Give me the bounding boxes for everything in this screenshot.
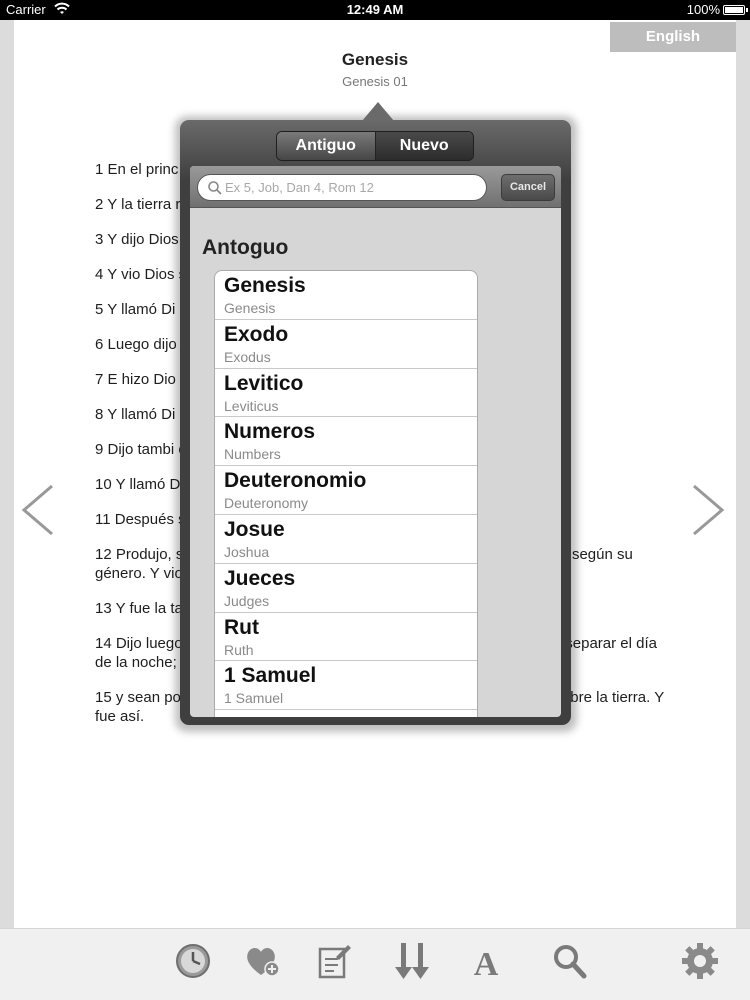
favorite-add-icon[interactable] — [243, 939, 283, 983]
book-english-name: Deuteronomy — [224, 495, 309, 512]
page-edge-right — [736, 20, 750, 928]
book-picker-content: Ex 5, Job, Dan 4, Rom 12 Cancel Antoguo … — [190, 166, 561, 717]
bottom-toolbar: A — [0, 928, 750, 1000]
list-item[interactable]: 1 Samuel 1 Samuel — [215, 661, 477, 711]
scroll-down-icon[interactable] — [392, 939, 432, 983]
book-english-name: Judges — [224, 592, 270, 609]
next-chapter-arrow-icon[interactable] — [688, 480, 728, 540]
popover-arrow — [362, 102, 394, 121]
search-input[interactable]: Ex 5, Job, Dan 4, Rom 12 — [197, 174, 487, 201]
font-size-icon[interactable]: A — [466, 939, 506, 983]
list-item[interactable]: Levitico Leviticus — [215, 369, 477, 418]
book-english-name: Ruth — [224, 641, 254, 658]
list-item[interactable]: Deuteronomio Deuteronomy — [215, 466, 477, 515]
book-name: Numeros — [224, 420, 316, 444]
page-edge-left — [0, 20, 14, 928]
battery-icon — [723, 5, 748, 15]
book-english-name: Numbers — [224, 446, 281, 463]
history-clock-icon[interactable] — [173, 939, 213, 983]
language-button[interactable]: English — [610, 22, 736, 52]
clock-time: 12:49 AM — [346, 2, 404, 17]
book-name: Josue — [224, 517, 285, 541]
list-item[interactable]: Genesis Genesis — [215, 271, 477, 320]
book-name: Levitico — [224, 371, 304, 395]
book-english-name: Joshua — [224, 543, 270, 560]
search-placeholder: Ex 5, Job, Dan 4, Rom 12 — [225, 180, 374, 195]
list-item[interactable]: Rut Ruth — [215, 613, 477, 662]
section-header: Antoguo — [202, 236, 289, 259]
list-item[interactable]: Exodo Exodus — [215, 320, 477, 369]
previous-chapter-arrow-icon[interactable] — [18, 480, 58, 540]
book-name: Rut — [224, 615, 259, 639]
svg-text:A: A — [474, 946, 499, 983]
book-picker-popover: Antiguo Nuevo Ex 5, Job, Dan 4, Rom 12 C… — [180, 120, 571, 725]
list-item[interactable]: Numeros Numbers — [215, 417, 477, 467]
book-english-name: Leviticus — [224, 397, 279, 414]
book-name: Genesis — [224, 274, 306, 297]
status-bar: Carrier 12:49 AM 100% — [0, 0, 750, 20]
book-english-name: 1 Samuel — [224, 690, 284, 707]
book-name: Deuteronomio — [224, 469, 367, 493]
book-name: Jueces — [224, 566, 296, 590]
book-list: Genesis Genesis Exodo Exodus Levitico Le… — [214, 270, 478, 717]
tab-nuevo[interactable]: Nuevo — [374, 132, 473, 160]
cancel-button[interactable]: Cancel — [501, 174, 555, 201]
settings-gear-icon[interactable] — [680, 939, 720, 983]
book-title: Genesis — [341, 50, 409, 69]
battery-percentage: 100% — [686, 2, 720, 17]
search-icon[interactable] — [550, 939, 590, 983]
book-english-name: Genesis — [224, 300, 276, 316]
tab-antiguo[interactable]: Antiguo — [277, 132, 375, 160]
note-edit-icon[interactable] — [314, 939, 354, 983]
magnifier-icon — [207, 180, 223, 196]
book-name: 1 Samuel — [224, 664, 317, 688]
testament-segmented-control: Antiguo Nuevo — [276, 131, 474, 161]
search-bar: Ex 5, Job, Dan 4, Rom 12 Cancel — [190, 166, 561, 208]
chapter-subtitle: Genesis 01 — [342, 74, 408, 89]
book-english-name: Exodus — [224, 348, 271, 365]
book-name: Exodo — [224, 322, 289, 346]
list-item[interactable]: Josue Joshua — [215, 515, 477, 564]
list-item[interactable]: Jueces Judges — [215, 564, 477, 613]
